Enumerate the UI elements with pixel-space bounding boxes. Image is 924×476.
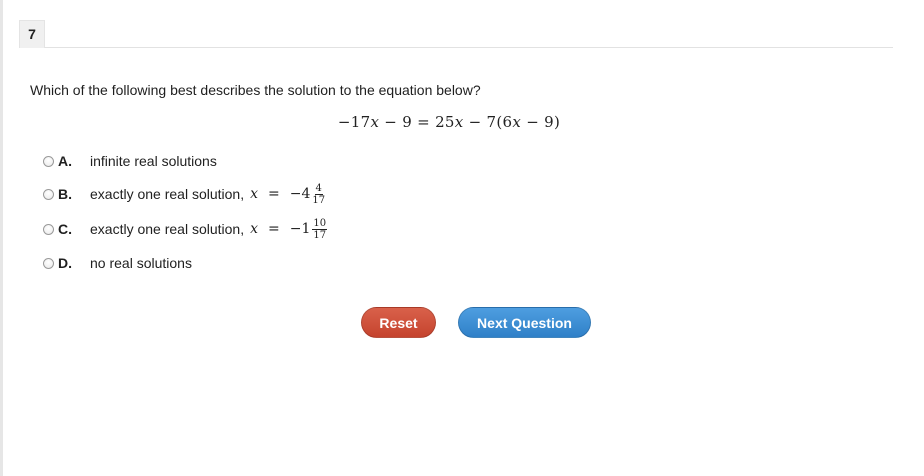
choice-text: no real solutions — [90, 255, 192, 271]
question-number: 7 — [19, 20, 45, 48]
math-fraction: 10 17 — [312, 217, 328, 241]
math-var: x — [250, 186, 258, 202]
reset-button[interactable]: Reset — [361, 307, 436, 338]
choice-c[interactable]: C. exactly one real solution, x = −1 10 … — [41, 214, 461, 244]
math-equals: = — [268, 221, 280, 237]
equation-var: x — [454, 113, 464, 131]
choice-math: x = −4 4 17 — [250, 183, 325, 206]
equation-var: x — [512, 113, 522, 131]
radio-button[interactable] — [43, 257, 54, 269]
equation-rhs-mid: − 7(6 — [463, 113, 513, 131]
question-header: 7 — [19, 20, 893, 48]
fraction-denominator: 17 — [312, 194, 326, 206]
action-buttons: Reset Next Question — [3, 307, 924, 339]
fraction-numerator: 4 — [314, 182, 323, 195]
equation-lhs-rest: − 9 = — [379, 113, 436, 131]
choice-a[interactable]: A. infinite real solutions — [41, 146, 461, 176]
choice-letter: B. — [58, 186, 72, 202]
math-whole: −4 — [289, 186, 311, 202]
quiz-page: 7 Which of the following best describes … — [0, 0, 924, 476]
question-prompt: Which of the following best describes th… — [30, 82, 481, 98]
choice-label: exactly one real solution, — [90, 186, 245, 202]
radio-button[interactable] — [43, 188, 54, 200]
choice-text: exactly one real solution, x = −4 4 17 — [90, 183, 325, 206]
choice-text: exactly one real solution, x = −1 10 17 — [90, 217, 328, 241]
math-whole: −1 — [289, 221, 311, 237]
fraction-numerator: 10 — [312, 217, 328, 230]
math-equals: = — [268, 186, 280, 202]
equation-var: x — [370, 113, 380, 131]
equation-rhs-end: − 9) — [521, 113, 561, 131]
radio-button[interactable] — [43, 223, 54, 235]
next-question-button[interactable]: Next Question — [458, 307, 591, 338]
fraction-denominator: 17 — [313, 229, 327, 241]
choice-letter: A. — [58, 153, 72, 169]
radio-button[interactable] — [43, 155, 54, 167]
choice-d[interactable]: D. no real solutions — [41, 248, 461, 278]
choice-b[interactable]: B. exactly one real solution, x = −4 4 1… — [41, 179, 461, 209]
choice-letter: C. — [58, 221, 72, 237]
equation-rhs-coef: 25 — [435, 113, 455, 131]
choice-letter: D. — [58, 255, 72, 271]
equation-lhs-coef: −17 — [337, 113, 371, 131]
choice-text: infinite real solutions — [90, 153, 217, 169]
choice-math: x = −1 10 17 — [250, 217, 328, 241]
math-var: x — [250, 221, 258, 237]
choice-label: exactly one real solution, — [90, 221, 245, 237]
math-fraction: 4 17 — [312, 183, 325, 206]
equation: −17x − 9 = 25x − 7(6x − 9) — [3, 113, 895, 131]
